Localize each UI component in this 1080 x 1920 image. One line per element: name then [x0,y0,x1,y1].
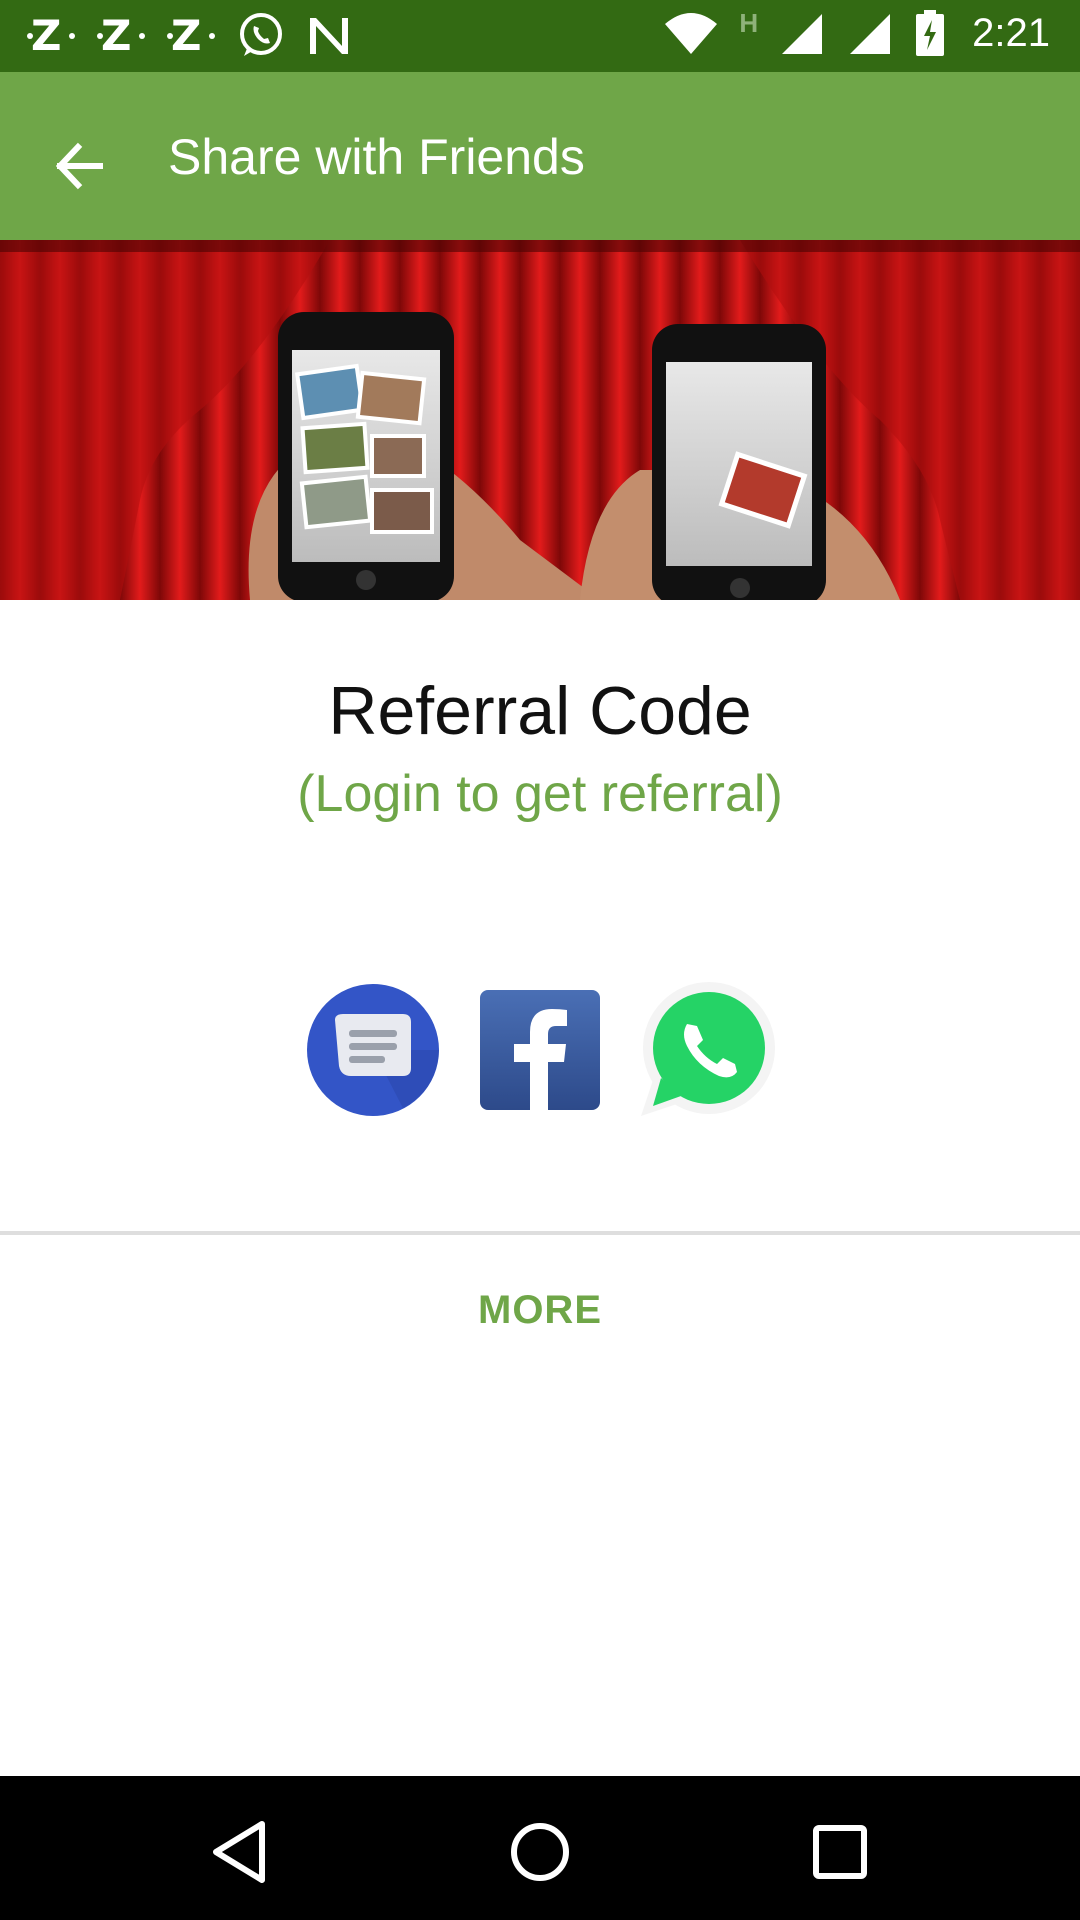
navigation-bar [0,1776,1080,1920]
signal-icon [782,14,823,54]
home-circle-icon[interactable] [500,1812,580,1892]
whatsapp-icon[interactable] [637,980,777,1120]
wifi-icon [665,13,718,54]
svg-text:Z: Z [31,11,61,60]
h-network-icon: H [739,8,759,38]
facebook-icon[interactable] [470,980,610,1120]
share-options [0,980,1080,1120]
whatsapp-notification-icon [240,13,282,56]
status-bar: Z Z Z H 2:21 [0,0,1080,72]
page-title: Share with Friends [168,129,585,185]
recents-square-icon[interactable] [800,1812,880,1892]
arrow-back-icon[interactable] [44,126,124,206]
svg-text:Z: Z [101,11,131,60]
system-status-icons: H 2:21 [663,8,1050,58]
referral-code-title: Referral Code [328,673,752,749]
back-triangle-icon[interactable] [200,1812,280,1892]
messages-icon[interactable] [303,980,443,1120]
z-notification-icon: Z [97,11,145,60]
more-button[interactable]: MORE [0,1288,1080,1333]
z-notification-icon: Z [27,11,75,60]
n-notification-icon [310,18,348,54]
divider [0,1231,1080,1235]
signal-icon [850,14,891,54]
login-referral-link[interactable]: (Login to get referral) [0,764,1080,824]
battery-charging-icon [916,10,945,56]
notification-icons: Z Z Z [26,10,352,60]
app-bar: Share with Friends [0,72,1080,240]
curtains-phones-banner [0,240,1080,600]
status-time: 2:21 [972,10,1050,55]
svg-text:Z: Z [171,11,201,60]
z-notification-icon: Z [167,11,215,60]
